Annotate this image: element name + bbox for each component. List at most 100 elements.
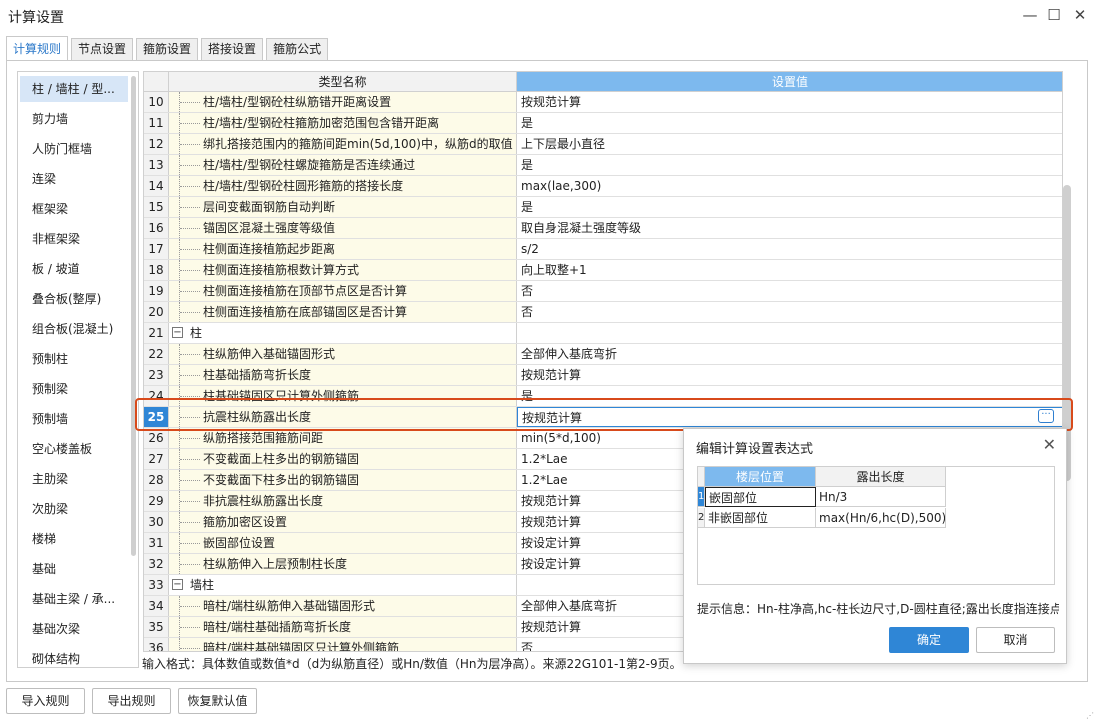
row-name: 暗柱/端柱纵筋伸入基础锚固形式 (203, 599, 376, 613)
table-row[interactable]: 12 绑扎搭接范围内的箍筋间距min(5d,100)中，纵筋d的取值 上下层最小直径 (144, 134, 1062, 155)
dialog-position-cell[interactable]: 非嵌固部位 (705, 508, 816, 528)
dialog-header-no (698, 467, 705, 487)
sidebar-item[interactable]: 砌体结构 (20, 646, 128, 667)
dialog-row-number: 2 (698, 508, 705, 528)
cancel-button[interactable]: 取消 (976, 627, 1055, 653)
tree-connector (179, 491, 201, 511)
row-number: 11 (144, 113, 169, 133)
table-row[interactable]: 15 层间变截面钢筋自动判断 是 (144, 197, 1062, 218)
row-number: 30 (144, 512, 169, 532)
dialog-close-icon[interactable]: ✕ (1043, 435, 1056, 454)
row-value[interactable]: 向上取整+1 (517, 260, 1062, 280)
row-name-cell: 柱基础插筋弯折长度 (169, 365, 517, 385)
tree-connector (179, 428, 201, 448)
row-name: 箍筋加密区设置 (203, 515, 288, 529)
sidebar-item[interactable]: 板 / 坡道 (20, 256, 128, 282)
sidebar-item[interactable]: 框架梁 (20, 196, 128, 222)
row-name-cell: 暗柱/端柱纵筋伸入基础锚固形式 (169, 596, 517, 616)
row-value[interactable]: 是 (517, 113, 1062, 133)
table-row[interactable]: 20 柱侧面连接植筋在底部锚固区是否计算 否 (144, 302, 1062, 323)
sidebar-item[interactable]: 预制柱 (20, 346, 128, 372)
collapse-icon[interactable]: − (172, 579, 183, 590)
row-name: 暗柱/端柱基础插筋弯折长度 (203, 620, 352, 634)
sidebar-item[interactable]: 叠合板(整厚) (20, 286, 128, 312)
sidebar-item[interactable]: 主肋梁 (20, 466, 128, 492)
sidebar-item[interactable]: 预制梁 (20, 376, 128, 402)
tree-connector (179, 470, 201, 490)
row-name-cell: 不变截面上柱多出的钢筋锚固 (169, 449, 517, 469)
sidebar-item[interactable]: 基础主梁 / 承... (20, 586, 128, 612)
dialog-length-cell[interactable]: Hn/3 (816, 487, 946, 507)
sidebar-item[interactable]: 楼梯 (20, 526, 128, 552)
row-number: 15 (144, 197, 169, 217)
table-row[interactable]: 19 柱侧面连接植筋在顶部节点区是否计算 否 (144, 281, 1062, 302)
row-value[interactable]: max(lae,300) (517, 176, 1062, 196)
row-value[interactable] (517, 323, 1062, 343)
table-row[interactable]: 10 柱/墙柱/型钢砼柱纵筋错开距离设置 按规范计算 (144, 92, 1062, 113)
tab-stirrup-formula[interactable]: 箍筋公式 (266, 38, 329, 60)
sidebar-item[interactable]: 预制墙 (20, 406, 128, 432)
calc-settings-window: 计算设置 — ☐ ✕ 计算规则 节点设置 箍筋设置 搭接设置 箍筋公式 柱 / … (0, 0, 1098, 722)
row-value[interactable]: 上下层最小直径 (517, 134, 1062, 154)
tab-lap-settings[interactable]: 搭接设置 (201, 38, 264, 60)
sidebar-item[interactable]: 连梁 (20, 166, 128, 192)
tree-connector (179, 554, 201, 574)
row-value[interactable]: s/2 (517, 239, 1062, 259)
row-value[interactable]: 否 (517, 302, 1062, 322)
table-row[interactable]: 18 柱侧面连接植筋根数计算方式 向上取整+1 (144, 260, 1062, 281)
row-value[interactable]: 否 (517, 281, 1062, 301)
sidebar-item[interactable]: 基础 (20, 556, 128, 582)
maximize-icon[interactable]: ☐ (1040, 4, 1068, 26)
sidebar-item[interactable]: 非框架梁 (20, 226, 128, 252)
row-number: 29 (144, 491, 169, 511)
table-row[interactable]: 14 柱/墙柱/型钢砼柱圆形箍筋的搭接长度 max(lae,300) (144, 176, 1062, 197)
tree-connector (179, 176, 201, 196)
row-value[interactable]: 是 (517, 155, 1062, 175)
import-rules-button[interactable]: 导入规则 (6, 688, 85, 714)
row-number: 35 (144, 617, 169, 637)
tree-connector (179, 281, 201, 301)
dialog-position-cell[interactable]: 嵌固部位 (705, 487, 816, 507)
table-row[interactable]: 13 柱/墙柱/型钢砼柱螺旋箍筋是否连续通过 是 (144, 155, 1062, 176)
row-name: 柱纵筋伸入上层预制柱长度 (203, 557, 348, 571)
sidebar-item[interactable]: 次肋梁 (20, 496, 128, 522)
table-row[interactable]: 17 柱侧面连接植筋起步距离 s/2 (144, 239, 1062, 260)
tab-stirrup-settings[interactable]: 箍筋设置 (136, 38, 199, 60)
row-number: 14 (144, 176, 169, 196)
table-row[interactable]: 21− 柱 (144, 323, 1062, 344)
row-name-cell: 柱/墙柱/型钢砼柱纵筋错开距离设置 (169, 92, 517, 112)
table-row[interactable]: 23 柱基础插筋弯折长度 按规范计算 (144, 365, 1062, 386)
row-name: 柱侧面连接植筋根数计算方式 (203, 263, 360, 277)
row-value[interactable]: 取自身混凝土强度等级 (517, 218, 1062, 238)
collapse-icon[interactable]: − (172, 327, 183, 338)
sidebar-item[interactable]: 基础次梁 (20, 616, 128, 642)
row-name-cell: 层间变截面钢筋自动判断 (169, 197, 517, 217)
table-row[interactable]: 11 柱/墙柱/型钢砼柱箍筋加密范围包含错开距离 是 (144, 113, 1062, 134)
table-row[interactable]: 16 锚固区混凝土强度等级值 取自身混凝土强度等级 (144, 218, 1062, 239)
sidebar-item[interactable]: 空心楼盖板 (20, 436, 128, 462)
sidebar-scrollbar[interactable] (131, 76, 136, 556)
close-icon[interactable]: ✕ (1066, 4, 1094, 26)
dialog-length-cell[interactable]: max(Hn/6,hc(D),500) (816, 508, 946, 528)
restore-defaults-button[interactable]: 恢复默认值 (178, 688, 257, 714)
row-name: 不变截面上柱多出的钢筋锚固 (203, 452, 360, 466)
row-value[interactable]: 全部伸入基底弯折 (517, 344, 1062, 364)
row-value[interactable]: 按规范计算 (517, 365, 1062, 385)
sidebar-item[interactable]: 人防门框墙 (20, 136, 128, 162)
row-name-cell: 柱侧面连接植筋在底部锚固区是否计算 (169, 302, 517, 322)
row-name: 柱/墙柱/型钢砼柱箍筋加密范围包含错开距离 (203, 116, 440, 130)
export-rules-button[interactable]: 导出规则 (92, 688, 171, 714)
sidebar-item[interactable]: 剪力墙 (20, 106, 128, 132)
row-value[interactable]: 是 (517, 197, 1062, 217)
table-row[interactable]: 22 柱纵筋伸入基础锚固形式 全部伸入基底弯折 (144, 344, 1062, 365)
row-name: 柱侧面连接植筋起步距离 (203, 242, 336, 256)
tab-node-settings[interactable]: 节点设置 (71, 38, 134, 60)
row-name-cell: 柱纵筋伸入上层预制柱长度 (169, 554, 517, 574)
resize-grip-icon[interactable]: ⋰ (1086, 711, 1094, 720)
row-name-cell: 暗柱/端柱基础锚固区只计算外侧箍筋 (169, 638, 517, 651)
sidebar-item[interactable]: 柱 / 墙柱 / 型... (20, 76, 128, 102)
ok-button[interactable]: 确定 (889, 627, 969, 653)
row-value[interactable]: 按规范计算 (517, 92, 1062, 112)
sidebar-item[interactable]: 组合板(混凝土) (20, 316, 128, 342)
tab-calc-rules[interactable]: 计算规则 (6, 36, 69, 60)
